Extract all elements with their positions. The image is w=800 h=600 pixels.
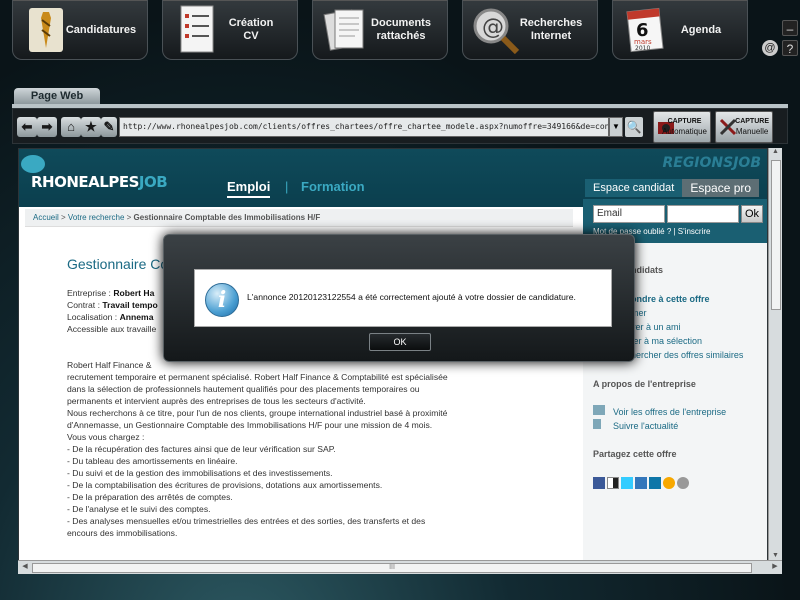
share-section-title: Partagez cette offre: [593, 449, 677, 459]
url-dropdown-icon[interactable]: ▼: [609, 117, 623, 137]
documents-rattaches-label: Documents rattachés: [371, 17, 431, 42]
capture-auto-line2: Automatique: [662, 127, 707, 136]
nav-emploi[interactable]: Emploi: [227, 179, 271, 198]
body-line: - De la récupération des factures ainsi …: [67, 444, 336, 454]
breadcrumb-current: Gestionnaire Comptable des Immobilisatio…: [133, 213, 321, 222]
tab-page-web[interactable]: Page Web: [14, 88, 100, 104]
postuler-link[interactable]: ondre à cette offre: [631, 294, 710, 304]
email-field[interactable]: Email: [593, 205, 665, 223]
password-field[interactable]: [667, 205, 739, 223]
nav-separator: |: [285, 179, 289, 194]
linkedin-icon[interactable]: [649, 477, 661, 489]
top-toolbar: Candidatures Création CV Documents ratta…: [0, 0, 800, 68]
entreprise-section-title: A propos de l'entreprise: [593, 379, 696, 389]
actualite-icon: [593, 419, 601, 429]
body-line: recrutement temporaire et permanent spéc…: [67, 372, 448, 382]
capture-manual-line1: CAPTURE: [735, 118, 769, 125]
back-arrow-icon[interactable]: ⬅: [17, 117, 37, 137]
documents-rattaches-button[interactable]: Documents rattachés: [312, 0, 448, 60]
creation-cv-label: Création CV: [228, 17, 274, 42]
capture-manuelle-button[interactable]: CAPTURE Manuelle: [715, 111, 773, 143]
site-logo[interactable]: RHONEALPESJOB: [31, 173, 168, 191]
favorites-icon[interactable]: [635, 477, 647, 489]
svg-text:@: @: [482, 15, 504, 40]
scroll-left-icon[interactable]: ◀: [20, 562, 30, 572]
login-ok-button[interactable]: Ok: [741, 205, 763, 223]
candidatures-button[interactable]: Candidatures: [12, 0, 148, 60]
vertical-scrollbar[interactable]: ▲ ▼: [768, 148, 782, 562]
body-line: - De la comptabilisation des écritures d…: [67, 480, 383, 490]
agenda-label: Agenda: [680, 23, 722, 36]
body-line: permanents et intervient auprès des entr…: [67, 396, 366, 406]
logo-bubble-icon: [21, 155, 45, 173]
forward-arrow-icon[interactable]: ➡: [37, 117, 57, 137]
favorites-star-icon[interactable]: ★: [81, 117, 101, 137]
dialog-message: L'annonce 20120123122554 a été correctem…: [247, 292, 576, 302]
agenda-button[interactable]: 6 mars 2010 Agenda: [612, 0, 748, 60]
netvibes-icon[interactable]: [663, 477, 675, 489]
offres-similaires-link[interactable]: hercher des offres similaires: [631, 350, 743, 360]
breadcrumb-recherche[interactable]: Votre recherche: [68, 213, 124, 222]
nav-formation[interactable]: Formation: [301, 179, 365, 194]
ajouter-selection-link[interactable]: ter à ma sélection: [631, 336, 702, 346]
job-title: Gestionnaire Co: [67, 256, 169, 272]
capture-manual-line2: Manuelle: [735, 127, 769, 136]
breadcrumb-accueil[interactable]: Accueil: [33, 213, 59, 222]
help-button[interactable]: ?: [782, 40, 798, 56]
horizontal-scrollbar[interactable]: ◀ III ▶: [18, 560, 782, 574]
body-line: Nous recherchons à ce titre, pour l'un d…: [67, 408, 448, 418]
vertical-scroll-thumb[interactable]: [771, 160, 781, 310]
twitter-icon[interactable]: [621, 477, 633, 489]
offres-entreprise-icon: [593, 405, 605, 415]
body-line: encours des immobilisations.: [67, 528, 178, 538]
confirmation-dialog: i L'annonce 20120123122554 a été correct…: [163, 234, 635, 362]
dialog-body: i L'annonce 20120123122554 a été correct…: [194, 269, 612, 327]
body-line: - De la préparation des arrêtés de compt…: [67, 492, 233, 502]
body-line: dans la sélection de professionnels haut…: [67, 384, 420, 394]
svg-text:2010: 2010: [635, 45, 650, 52]
body-line: Vous vous chargez :: [67, 432, 145, 442]
horizontal-scroll-thumb[interactable]: III: [32, 563, 752, 573]
share-icons: [593, 477, 689, 489]
body-line: - Du suivi et de la gestion des immobili…: [67, 468, 333, 478]
capture-auto-line1: CAPTURE: [667, 118, 702, 125]
regionsjob-logo[interactable]: REGIONSJOB: [662, 155, 761, 171]
url-input[interactable]: http://www.rhonealpesjob.com/clients/off…: [119, 117, 609, 137]
delicious-icon[interactable]: [607, 477, 619, 489]
offres-entreprise-link[interactable]: Voir les offres de l'entreprise: [613, 407, 726, 417]
candidats-section-title: ndidats: [631, 265, 664, 275]
home-icon[interactable]: ⌂: [61, 117, 81, 137]
actualite-link[interactable]: Suivre l'actualité: [613, 421, 678, 431]
email-at-icon[interactable]: @: [762, 40, 778, 56]
body-line: d'Annemasse, un Gestionnaire Comptable d…: [67, 420, 433, 430]
envoyer-ami-link[interactable]: yer à un ami: [631, 322, 681, 332]
capture-automatique-button[interactable]: CAPTURE Automatique: [653, 111, 711, 143]
scroll-up-icon[interactable]: ▲: [769, 148, 782, 158]
url-search-icon[interactable]: 🔍: [625, 117, 643, 137]
espace-tabs: Espace candidat Espace pro: [585, 179, 760, 197]
body-line: - Du tableau des amortissements en linéa…: [67, 456, 238, 466]
recherches-internet-button[interactable]: @ Recherches Internet: [462, 0, 598, 60]
minimize-button[interactable]: –: [782, 20, 798, 36]
body-line: - Des analyses mensuelles et/ou trimestr…: [67, 516, 426, 526]
tab-espace-pro[interactable]: Espace pro: [682, 179, 760, 197]
recherches-internet-label: Recherches Internet: [519, 17, 583, 42]
tools-wrench-icon[interactable]: ✎: [101, 117, 117, 137]
tab-espace-candidat[interactable]: Espace candidat: [585, 179, 683, 197]
dialog-ok-button[interactable]: OK: [369, 333, 431, 351]
info-icon: i: [205, 283, 239, 317]
scroll-right-icon[interactable]: ▶: [770, 562, 780, 572]
facebook-icon[interactable]: [593, 477, 605, 489]
body-line: - De l'analyse et le suivi des comptes.: [67, 504, 211, 514]
candidatures-label: Candidatures: [65, 23, 137, 36]
creation-cv-button[interactable]: Création CV: [162, 0, 298, 60]
share-more-icon[interactable]: [677, 477, 689, 489]
breadcrumb: Accueil > Votre recherche > Gestionnaire…: [25, 209, 573, 227]
browser-toolbar: ⬅ ➡ ⌂ ★ ✎ http://www.rhonealpesjob.com/c…: [12, 108, 788, 144]
